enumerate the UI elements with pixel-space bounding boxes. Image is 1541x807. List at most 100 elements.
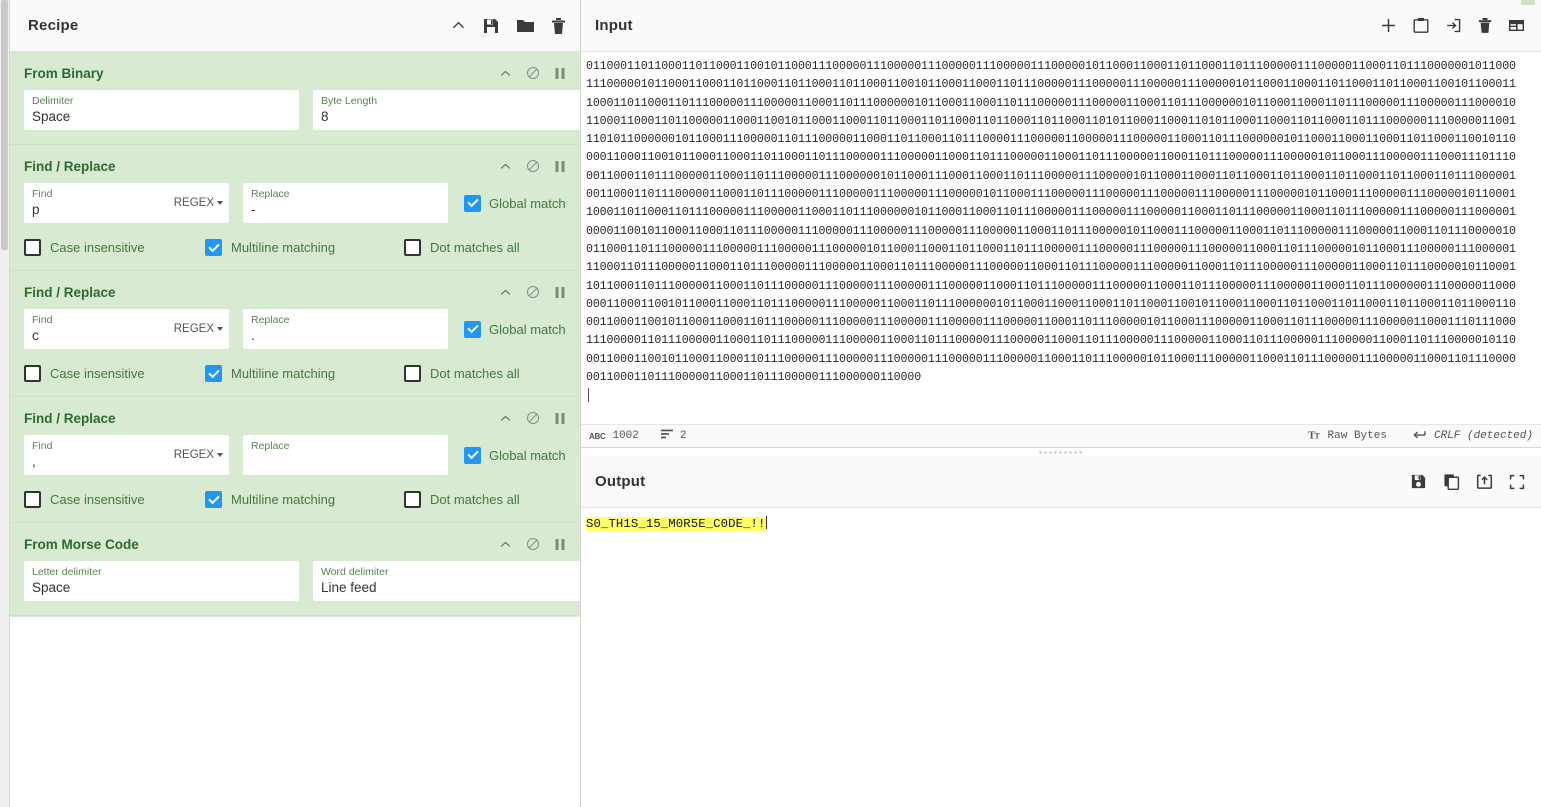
disable-operation-icon[interactable] — [526, 411, 540, 425]
operations-scrollbar[interactable] — [0, 0, 10, 807]
disable-operation-icon[interactable] — [526, 285, 540, 299]
argument-label: Word delimiter — [321, 566, 389, 578]
find-mode-dropdown[interactable]: REGEX — [174, 197, 223, 209]
load-recipe-icon[interactable] — [516, 17, 535, 35]
maximise-output-icon[interactable] — [1509, 474, 1525, 490]
replace-field[interactable]: Replace — [243, 435, 448, 475]
operation-from-morse-code[interactable]: From Morse Code Letter delimiter Space W… — [10, 523, 580, 616]
save-output-icon[interactable] — [1410, 473, 1427, 490]
find-mode-label: REGEX — [173, 197, 214, 209]
global-match-checkbox[interactable] — [464, 446, 481, 464]
operation-find-replace-1[interactable]: Find / Replace Find p REGEX Replace - Gl… — [10, 145, 580, 271]
global-match-toggle[interactable]: Global match — [464, 320, 566, 338]
dot-matches-all-toggle[interactable]: Dot matches all — [404, 365, 520, 382]
case-insensitive-checkbox[interactable] — [24, 491, 41, 508]
input-line-ending-value: CRLF (detected) — [1433, 430, 1533, 442]
line-count: 2 — [660, 429, 686, 443]
global-match-checkbox[interactable] — [464, 320, 481, 338]
operation-from-binary[interactable]: From Binary Delimiter Space Byte Length … — [10, 52, 580, 145]
disable-operation-icon[interactable] — [526, 537, 540, 551]
chevron-up-icon[interactable] — [499, 538, 512, 551]
multiline-matching-checkbox[interactable] — [205, 365, 222, 382]
case-insensitive-checkbox[interactable] — [24, 239, 41, 256]
recipe-operation-list[interactable]: From Binary Delimiter Space Byte Length … — [10, 52, 580, 807]
global-match-toggle[interactable]: Global match — [464, 446, 566, 464]
find-field[interactable]: Find c REGEX — [24, 309, 229, 349]
operation-find-replace-2[interactable]: Find / Replace Find c REGEX Replace . Gl… — [10, 271, 580, 397]
global-match-label: Global match — [489, 195, 566, 211]
pause-operation-icon[interactable] — [554, 286, 566, 299]
clear-input-icon[interactable] — [1478, 17, 1492, 34]
io-splitter[interactable] — [581, 448, 1541, 456]
operation-controls — [499, 285, 566, 299]
reset-pane-layout-icon[interactable] — [1508, 18, 1525, 33]
argument-byte-length[interactable]: Byte Length 8 — [313, 90, 580, 130]
find-field[interactable]: Find , REGEX — [24, 435, 229, 475]
argument-word-delimiter[interactable]: Word delimiter Line feed — [313, 561, 580, 601]
recipe-empty-area[interactable] — [10, 616, 580, 807]
global-match-checkbox[interactable] — [464, 194, 481, 212]
replace-field[interactable]: Replace - — [243, 183, 448, 223]
replace-field[interactable]: Replace . — [243, 309, 448, 349]
dot-matches-all-toggle[interactable]: Dot matches all — [404, 239, 520, 256]
dot-matches-all-label: Dot matches all — [430, 366, 520, 381]
open-folder-icon[interactable] — [1413, 17, 1429, 34]
collapse-icon[interactable] — [451, 18, 466, 33]
argument-letter-delimiter[interactable]: Letter delimiter Space — [24, 561, 299, 601]
pause-operation-icon[interactable] — [554, 412, 566, 425]
find-field[interactable]: Find p REGEX — [24, 183, 229, 223]
dot-matches-all-checkbox[interactable] — [404, 365, 421, 382]
disable-operation-icon[interactable] — [526, 66, 540, 80]
case-insensitive-toggle[interactable]: Case insensitive — [24, 491, 205, 508]
dot-matches-all-checkbox[interactable] — [404, 491, 421, 508]
chevron-down-icon — [217, 201, 223, 205]
cyberchef-app: Recipe From Binary Delimiter Space Byte … — [0, 0, 1541, 807]
replace-input-icon[interactable] — [1476, 473, 1493, 490]
argument-value: 8 — [321, 109, 329, 124]
operation-title: Find / Replace — [24, 158, 116, 174]
operation-controls — [499, 159, 566, 173]
case-insensitive-toggle[interactable]: Case insensitive — [24, 239, 205, 256]
character-count: ABC 1002 — [589, 430, 639, 442]
pause-operation-icon[interactable] — [554, 67, 566, 80]
input-encoding[interactable]: TT Raw Bytes — [1308, 429, 1387, 444]
find-mode-label: REGEX — [173, 449, 214, 461]
recipe-toolbar — [451, 17, 566, 35]
input-text-area[interactable]: 0110001101100011011000110010110001110000… — [581, 52, 1541, 424]
multiline-matching-checkbox[interactable] — [205, 239, 222, 256]
disable-operation-icon[interactable] — [526, 159, 540, 173]
dot-matches-all-checkbox[interactable] — [404, 239, 421, 256]
chevron-up-icon[interactable] — [499, 67, 512, 80]
multiline-matching-toggle[interactable]: Multiline matching — [205, 239, 404, 256]
scrollbar-thumb[interactable] — [1, 0, 8, 250]
find-mode-dropdown[interactable]: REGEX — [174, 323, 223, 335]
input-toolbar — [1380, 17, 1525, 34]
input-line-ending[interactable]: CRLF (detected) — [1413, 429, 1533, 444]
operation-find-replace-3[interactable]: Find / Replace Find , REGEX Replace Glob… — [10, 397, 580, 523]
save-recipe-icon[interactable] — [482, 17, 500, 35]
global-match-toggle[interactable]: Global match — [464, 194, 566, 212]
clear-recipe-icon[interactable] — [551, 17, 566, 35]
input-encoding-value: Raw Bytes — [1327, 430, 1387, 442]
character-count-value: 1002 — [612, 430, 639, 442]
find-mode-dropdown[interactable]: REGEX — [174, 449, 223, 461]
case-insensitive-toggle[interactable]: Case insensitive — [24, 365, 205, 382]
chevron-up-icon[interactable] — [499, 286, 512, 299]
pause-operation-icon[interactable] — [554, 538, 566, 551]
add-input-tab-icon[interactable] — [1380, 17, 1397, 34]
operation-controls — [499, 537, 566, 551]
multiline-matching-toggle[interactable]: Multiline matching — [205, 365, 404, 382]
case-insensitive-checkbox[interactable] — [24, 365, 41, 382]
argument-delimiter[interactable]: Delimiter Space — [24, 90, 299, 130]
multiline-matching-checkbox[interactable] — [205, 491, 222, 508]
open-folder-input-icon[interactable] — [1445, 17, 1462, 34]
copy-output-icon[interactable] — [1443, 473, 1460, 490]
chevron-up-icon[interactable] — [499, 412, 512, 425]
chevron-up-icon[interactable] — [499, 160, 512, 173]
output-text-area[interactable]: S0_TH1S_15_M0R5E_C0DE_!! — [581, 508, 1541, 807]
operation-header: From Morse Code — [24, 533, 566, 555]
input-status-right: TT Raw Bytes CRLF (detected) — [1282, 429, 1533, 444]
pause-operation-icon[interactable] — [554, 160, 566, 173]
dot-matches-all-toggle[interactable]: Dot matches all — [404, 491, 520, 508]
multiline-matching-toggle[interactable]: Multiline matching — [205, 491, 404, 508]
